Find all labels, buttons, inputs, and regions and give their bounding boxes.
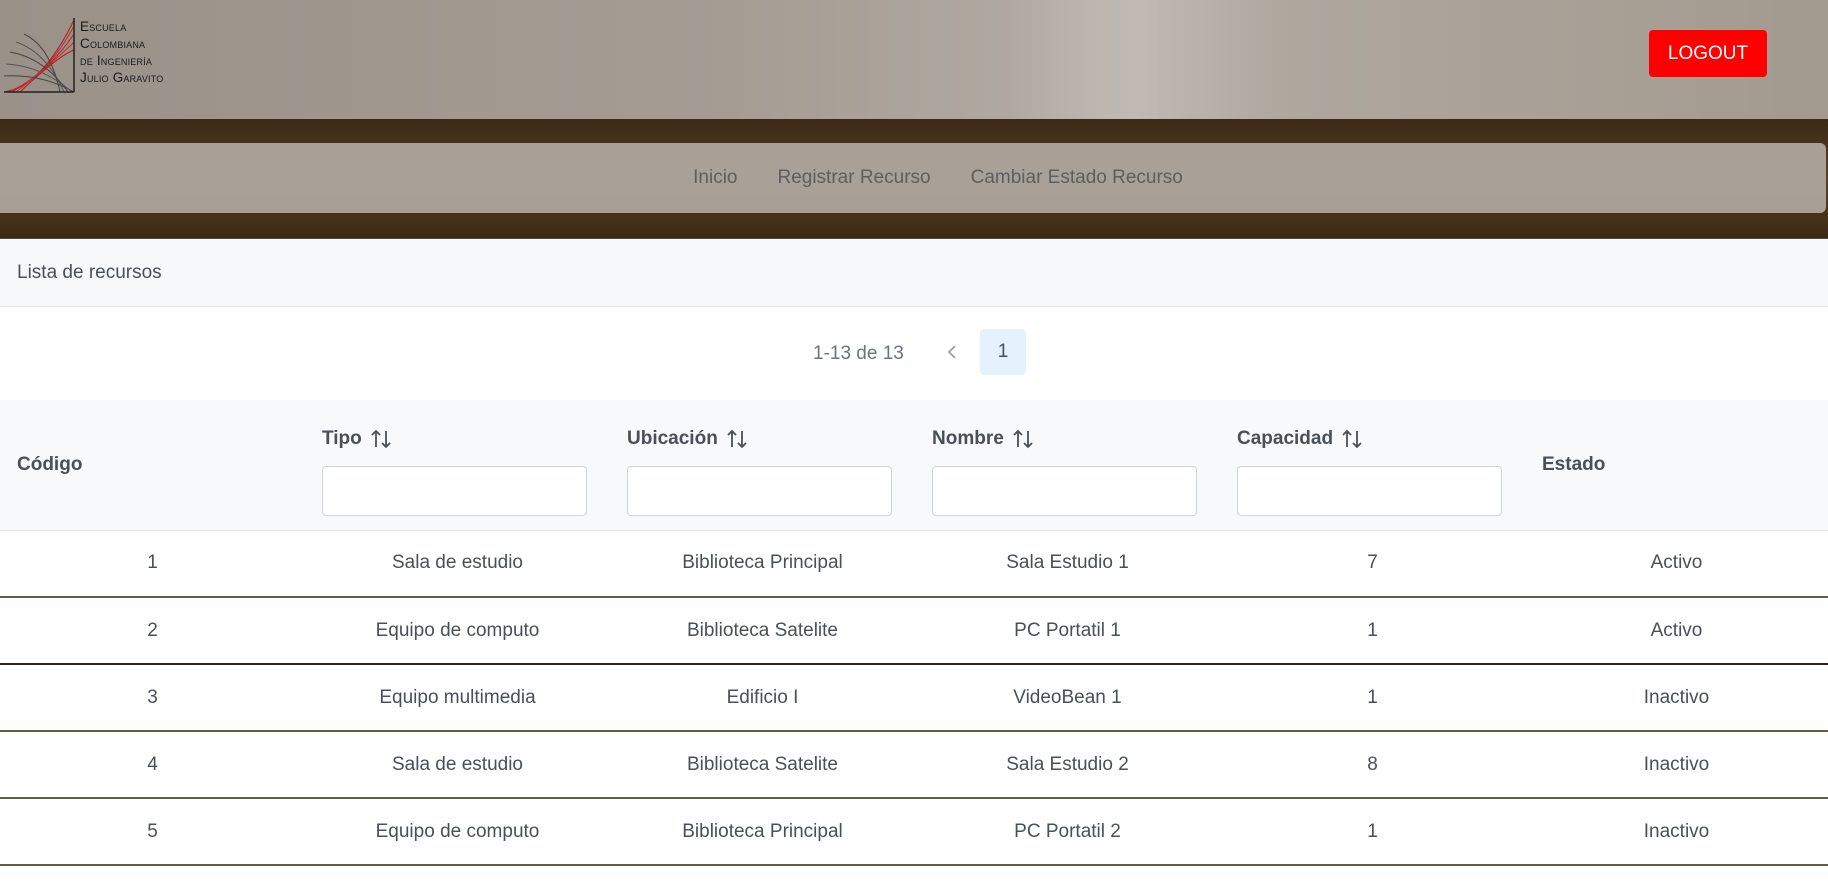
column-label[interactable]: Tipo (322, 428, 362, 450)
cell-ubicacion: Biblioteca Principal (610, 798, 915, 866)
column-header-ubicacion: Ubicación (610, 400, 915, 531)
column-label[interactable]: Ubicación (627, 428, 718, 450)
logo-text: Escuela Colombiana de Ingeniería Julio G… (80, 18, 163, 86)
resources-table: Código Tipo Ubicación Nombre Capacidad E… (0, 400, 1828, 866)
chevron-left-icon[interactable] (940, 337, 964, 367)
table-header-row: Código Tipo Ubicación Nombre Capacidad E… (0, 400, 1828, 531)
cell-ubicacion: Biblioteca Satelite (610, 731, 915, 799)
table-row[interactable]: 2 Equipo de computo Biblioteca Satelite … (0, 597, 1828, 665)
cell-nombre: Sala Estudio 2 (915, 731, 1220, 799)
cell-tipo: Equipo de computo (305, 798, 610, 866)
column-header-nombre: Nombre (915, 400, 1220, 531)
cell-estado: Inactivo (1525, 731, 1828, 799)
logo-line: Julio Garavito (80, 70, 164, 85)
main-nav: Inicio Registrar Recurso Cambiar Estado … (0, 143, 1826, 213)
cell-codigo: 4 (0, 731, 305, 799)
cell-codigo: 2 (0, 597, 305, 665)
column-header-tipo: Tipo (305, 400, 610, 531)
column-label[interactable]: Nombre (932, 428, 1004, 450)
column-label: Estado (1542, 453, 1606, 475)
column-header-capacidad: Capacidad (1220, 400, 1525, 531)
logo-line: Colombiana (80, 36, 146, 51)
sort-icon[interactable] (1341, 428, 1363, 450)
filter-nombre-input[interactable] (932, 466, 1197, 516)
cell-nombre: Sala Estudio 1 (915, 530, 1220, 598)
page-button-1[interactable]: 1 (980, 329, 1026, 375)
filter-tipo-input[interactable] (322, 466, 587, 516)
cell-estado: Activo (1525, 597, 1828, 665)
cell-codigo: 3 (0, 664, 305, 732)
nav-item-inicio[interactable]: Inicio (693, 167, 737, 189)
cell-nombre: PC Portatil 2 (915, 798, 1220, 866)
cell-ubicacion: Edificio I (610, 664, 915, 732)
logo-graphic-icon (3, 18, 75, 93)
table-row[interactable]: 1 Sala de estudio Biblioteca Principal S… (0, 530, 1828, 598)
cell-estado: Inactivo (1525, 798, 1828, 866)
card-title: Lista de recursos (0, 239, 1828, 307)
resources-card: Lista de recursos 1-13 de 13 1 Código Ti… (0, 239, 1828, 892)
sort-icon[interactable] (1012, 428, 1034, 450)
table-row[interactable]: 4 Sala de estudio Biblioteca Satelite Sa… (0, 731, 1828, 799)
cell-ubicacion: Biblioteca Principal (610, 530, 915, 598)
nav-item-registrar-recurso[interactable]: Registrar Recurso (777, 167, 930, 189)
logo-line: Escuela (80, 19, 127, 34)
logo-line: de Ingeniería (80, 53, 153, 68)
cell-nombre: VideoBean 1 (915, 664, 1220, 732)
cell-codigo: 5 (0, 798, 305, 866)
cell-capacidad: 7 (1220, 530, 1525, 598)
paginator: 1-13 de 13 1 (0, 307, 1828, 400)
cell-tipo: Sala de estudio (305, 731, 610, 799)
nav-item-cambiar-estado-recurso[interactable]: Cambiar Estado Recurso (971, 167, 1183, 189)
top-header: Escuela Colombiana de Ingeniería Julio G… (0, 0, 1828, 119)
cell-capacidad: 1 (1220, 597, 1525, 665)
cell-estado: Activo (1525, 530, 1828, 598)
filter-ubicacion-input[interactable] (627, 466, 892, 516)
column-header-estado: Estado (1525, 400, 1828, 531)
cell-tipo: Equipo multimedia (305, 664, 610, 732)
paginator-report: 1-13 de 13 (813, 343, 904, 364)
university-logo[interactable]: Escuela Colombiana de Ingeniería Julio G… (2, 14, 202, 94)
cell-capacidad: 1 (1220, 664, 1525, 732)
table-row[interactable]: 5 Equipo de computo Biblioteca Principal… (0, 798, 1828, 866)
sort-icon[interactable] (726, 428, 748, 450)
logout-button[interactable]: LOGOUT (1649, 30, 1767, 77)
column-label: Código (17, 453, 83, 475)
column-header-codigo: Código (0, 400, 305, 531)
cell-nombre: PC Portatil 1 (915, 597, 1220, 665)
cell-estado: Inactivo (1525, 664, 1828, 732)
filter-capacidad-input[interactable] (1237, 466, 1502, 516)
cell-tipo: Sala de estudio (305, 530, 610, 598)
sort-icon[interactable] (370, 428, 392, 450)
cell-capacidad: 1 (1220, 798, 1525, 866)
cell-codigo: 1 (0, 530, 305, 598)
column-label[interactable]: Capacidad (1237, 428, 1333, 450)
cell-ubicacion: Biblioteca Satelite (610, 597, 915, 665)
cell-capacidad: 8 (1220, 731, 1525, 799)
table-row[interactable]: 3 Equipo multimedia Edificio I VideoBean… (0, 664, 1828, 732)
cell-tipo: Equipo de computo (305, 597, 610, 665)
